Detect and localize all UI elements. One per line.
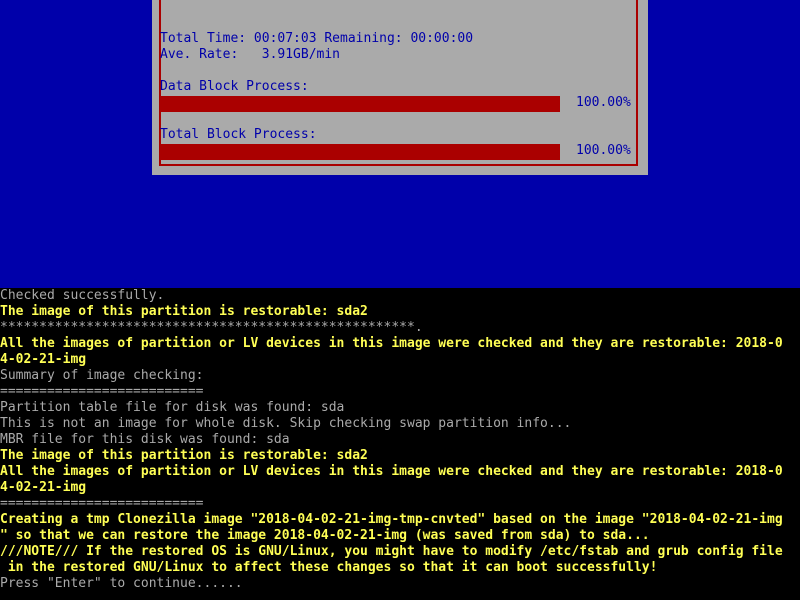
average-rate-text: Ave. Rate: 3.91GB/min bbox=[160, 47, 341, 62]
console-line: The image of this partition is restorabl… bbox=[0, 304, 368, 319]
console-line: All the images of partition or LV device… bbox=[0, 464, 783, 479]
console-line: in the restored GNU/Linux to affect thes… bbox=[0, 560, 658, 575]
total-block-percent: 100.00% bbox=[576, 143, 631, 158]
console-line: Partition table file for disk was found:… bbox=[0, 400, 345, 415]
console-line: " so that we can restore the image 2018-… bbox=[0, 528, 650, 543]
console-line: ****************************************… bbox=[0, 320, 423, 335]
console-line: 4-02-21-img bbox=[0, 480, 87, 495]
data-block-label: Data Block Process: bbox=[160, 79, 309, 94]
total-block-progress-fill bbox=[160, 144, 560, 160]
console-line: All the images of partition or LV device… bbox=[0, 336, 783, 351]
console-line: The image of this partition is restorabl… bbox=[0, 448, 368, 463]
console-line: This is not an image for whole disk. Ski… bbox=[0, 416, 572, 431]
console-line: 4-02-21-img bbox=[0, 352, 87, 367]
console-line: Checked successfully. bbox=[0, 288, 165, 303]
console-line: Press "Enter" to continue...... bbox=[0, 576, 243, 591]
data-block-percent: 100.00% bbox=[576, 95, 631, 110]
console-line: ========================== bbox=[0, 384, 204, 399]
console-line: Creating a tmp Clonezilla image "2018-04… bbox=[0, 512, 783, 527]
total-block-label: Total Block Process: bbox=[160, 127, 317, 142]
console-line: ///NOTE/// If the restored OS is GNU/Lin… bbox=[0, 544, 783, 559]
total-block-progress-bar bbox=[160, 144, 560, 160]
data-block-progress-fill bbox=[160, 96, 560, 112]
data-block-progress-bar bbox=[160, 96, 560, 112]
console-line: Summary of image checking: bbox=[0, 368, 204, 383]
console-line: MBR file for this disk was found: sda bbox=[0, 432, 290, 447]
terminal-console: Checked successfully. The image of this p… bbox=[0, 288, 800, 600]
console-line: ========================== bbox=[0, 496, 204, 511]
total-time-text: Total Time: 00:07:03 Remaining: 00:00:00 bbox=[160, 31, 474, 46]
